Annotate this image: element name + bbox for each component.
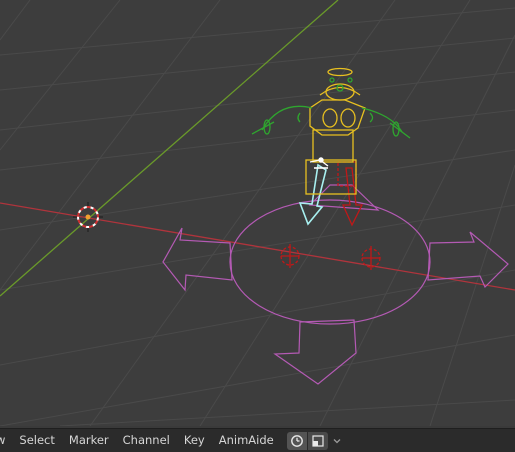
3d-viewport[interactable] (0, 0, 515, 426)
playhead-tools (286, 431, 344, 450)
floor-grid (0, 0, 515, 426)
foot-ik-left[interactable] (280, 244, 300, 268)
viewport-canvas[interactable] (0, 0, 515, 426)
arm-controls[interactable] (251, 77, 411, 139)
menu-select[interactable]: Select (12, 429, 61, 452)
menu-marker[interactable]: Marker (62, 429, 116, 452)
menu-channel[interactable]: Channel (116, 429, 177, 452)
timeline-header: w Select Marker Channel Key AnimAide (0, 428, 515, 452)
menu-animaide[interactable]: AnimAide (212, 429, 281, 452)
menu-view-partial[interactable]: w (0, 429, 12, 452)
clock-icon[interactable] (286, 431, 307, 450)
overlay-toggle-icon[interactable] (307, 431, 328, 450)
chevron-down-icon[interactable] (330, 432, 344, 450)
menu-key[interactable]: Key (177, 429, 212, 452)
